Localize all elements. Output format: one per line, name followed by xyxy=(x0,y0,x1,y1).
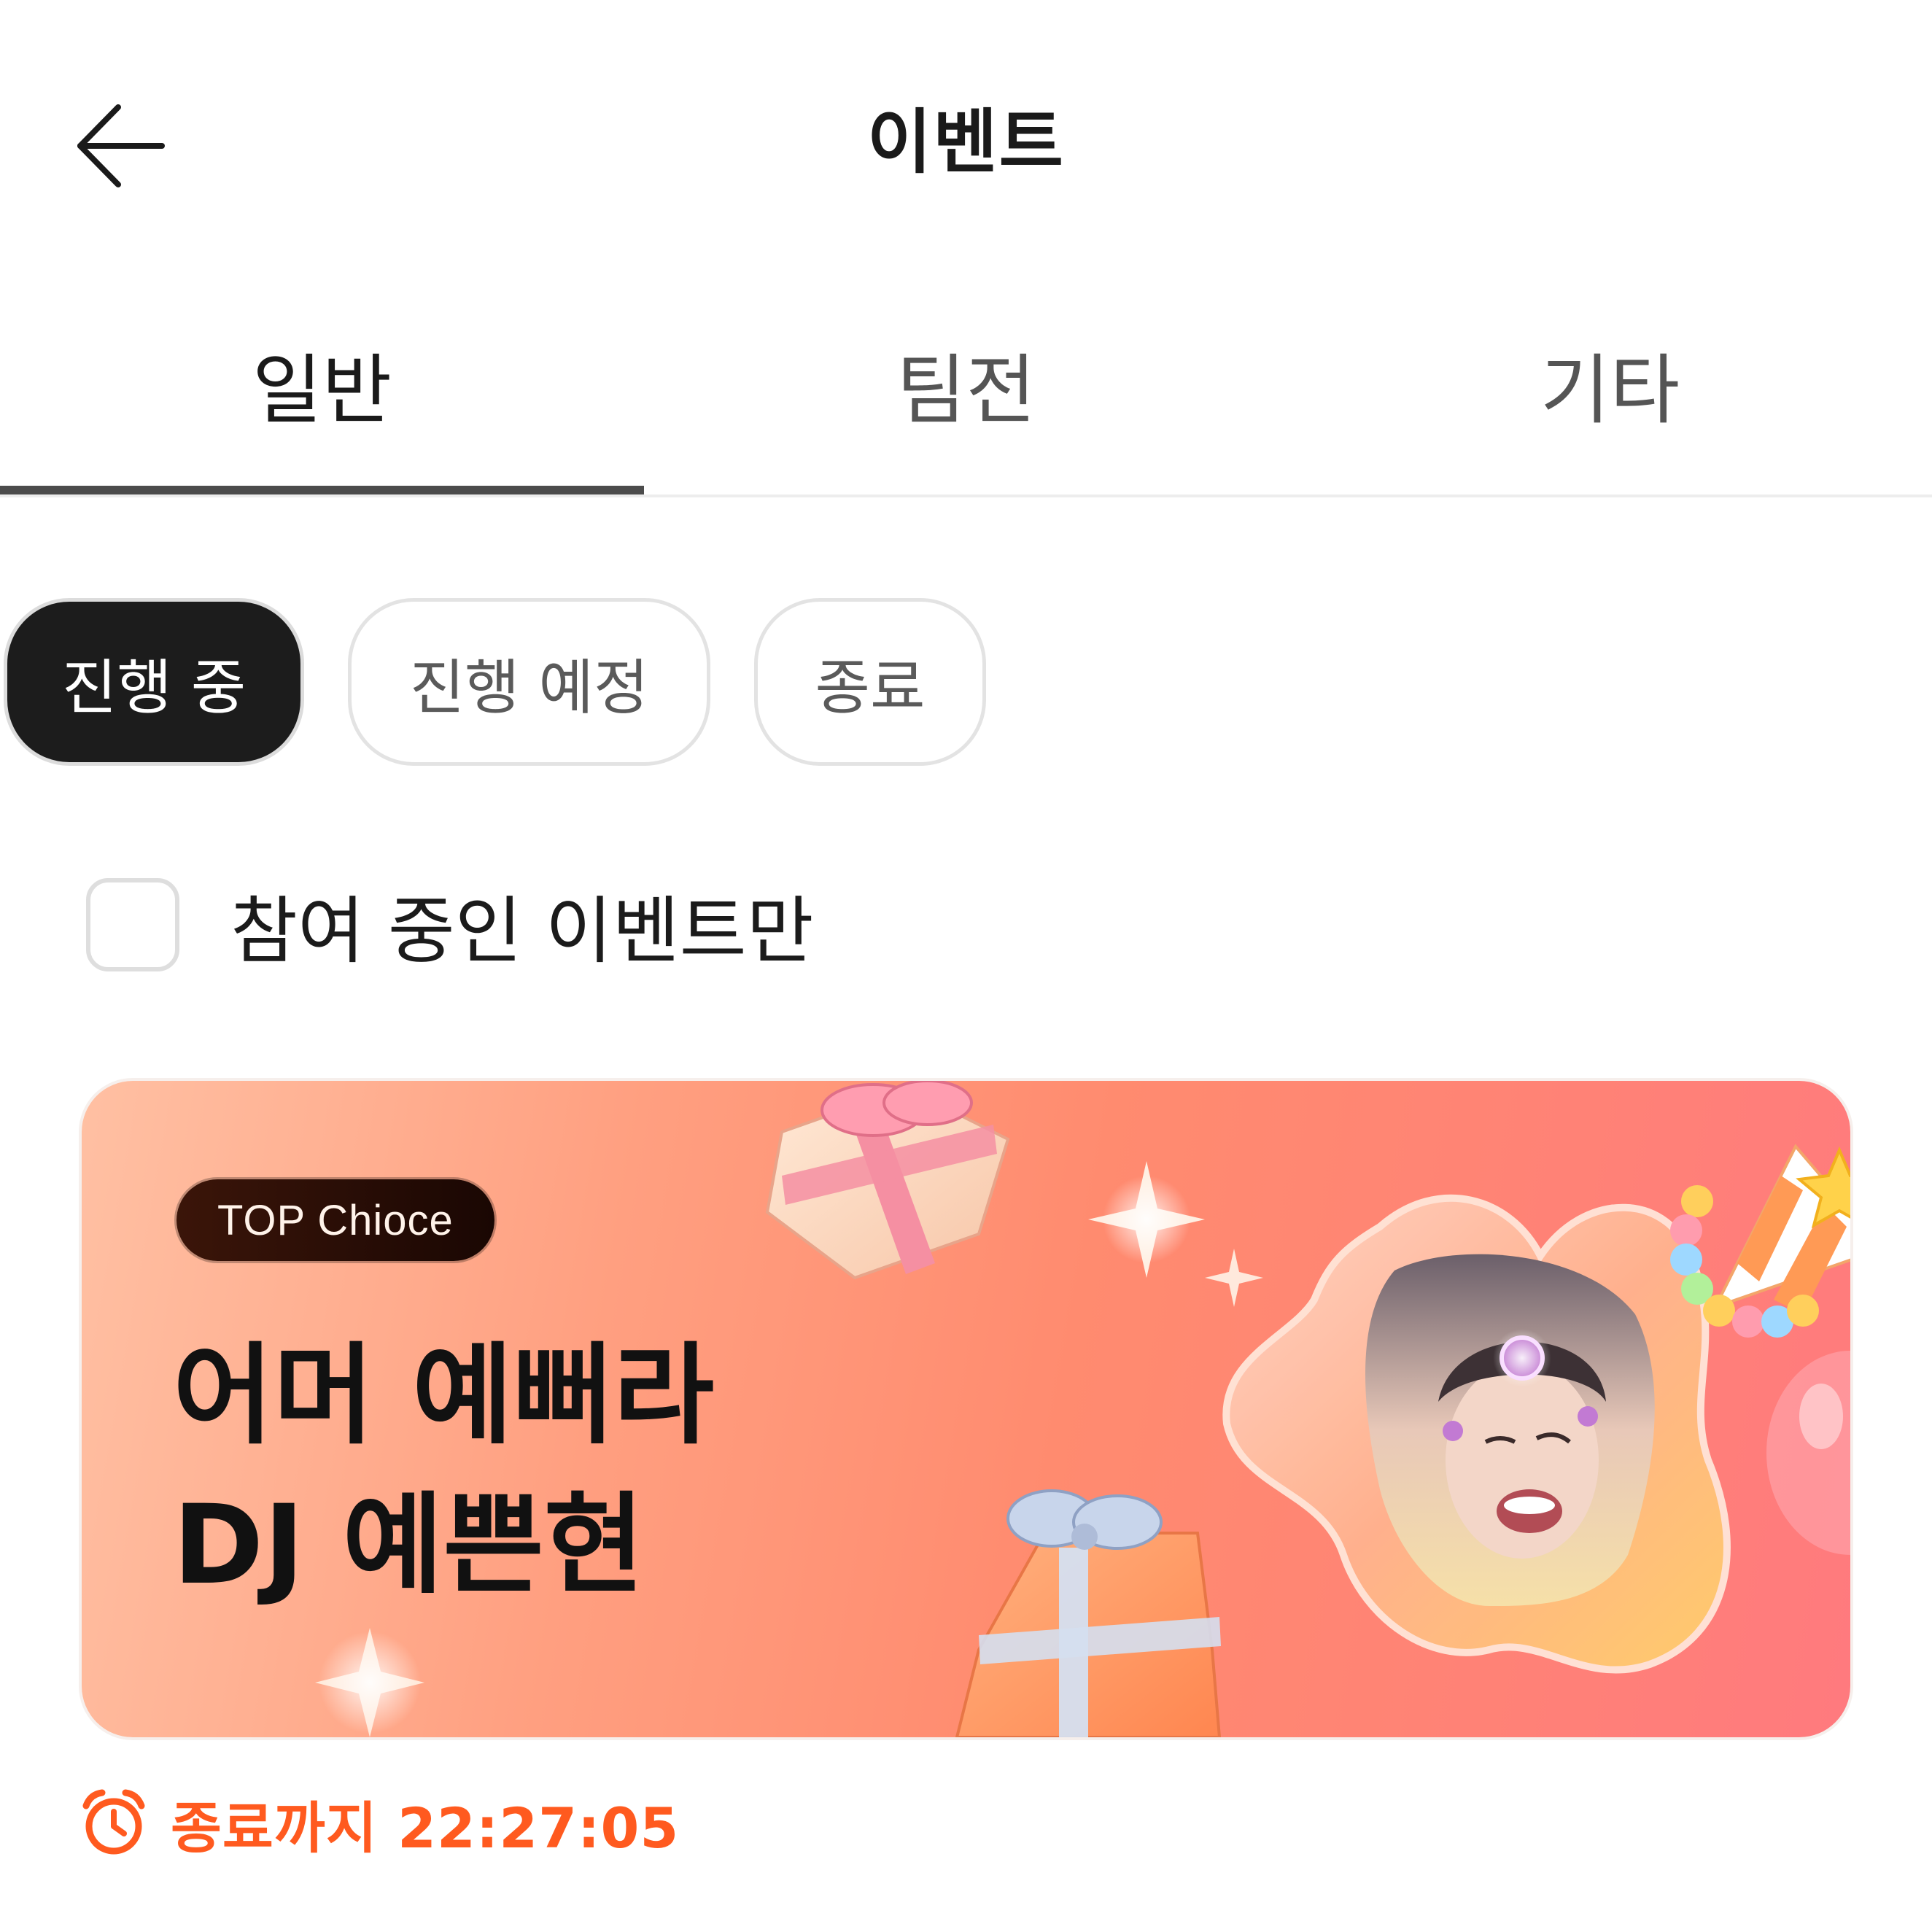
filter-chip-ongoing[interactable]: 진행 중 xyxy=(4,598,304,766)
event-title: 어머 예뻐라 DJ 예쁜현 xyxy=(173,1322,714,1621)
header: 이벤트 xyxy=(0,0,1932,292)
participating-only-filter[interactable]: 참여 중인 이벤트만 xyxy=(86,875,814,974)
tab-other[interactable]: 기타 xyxy=(1288,314,1932,496)
page-title: 이벤트 xyxy=(867,101,1065,183)
balloon-icon xyxy=(1766,1351,1850,1555)
event-countdown: 종료까지 22:27:05 xyxy=(79,1783,679,1863)
event-banner-card[interactable]: TOP Chioce 어머 예뻐라 DJ 예쁜현 xyxy=(82,1081,1850,1737)
countdown-text: 종료까지 22:27:05 xyxy=(171,1796,680,1861)
alarm-clock-icon xyxy=(82,1789,145,1855)
filter-chip-ended[interactable]: 종료 xyxy=(754,598,986,766)
status-filter-group: 진행 중 진행 예정 종료 xyxy=(4,598,986,766)
tab-general[interactable]: 일반 xyxy=(0,314,644,496)
gift-box-top-icon xyxy=(765,1081,1010,1280)
tab-bar: 일반 팀전 기타 xyxy=(0,314,1932,496)
participating-only-checkbox[interactable] xyxy=(86,877,179,971)
event-title-line-1: 어머 예뻐라 xyxy=(173,1332,715,1459)
profile-star-frame xyxy=(1222,1194,1731,1674)
participating-only-label: 참여 중인 이벤트만 xyxy=(230,888,814,974)
event-title-line-2: DJ 예쁜현 xyxy=(173,1482,645,1609)
tab-divider xyxy=(0,494,1932,497)
filter-chip-upcoming[interactable]: 진행 예정 xyxy=(348,598,710,766)
top-choice-badge: TOP Chioce xyxy=(176,1179,494,1261)
gift-box-bottom-icon xyxy=(955,1489,1222,1737)
tab-active-indicator xyxy=(0,486,644,494)
tab-team[interactable]: 팀전 xyxy=(644,314,1288,496)
